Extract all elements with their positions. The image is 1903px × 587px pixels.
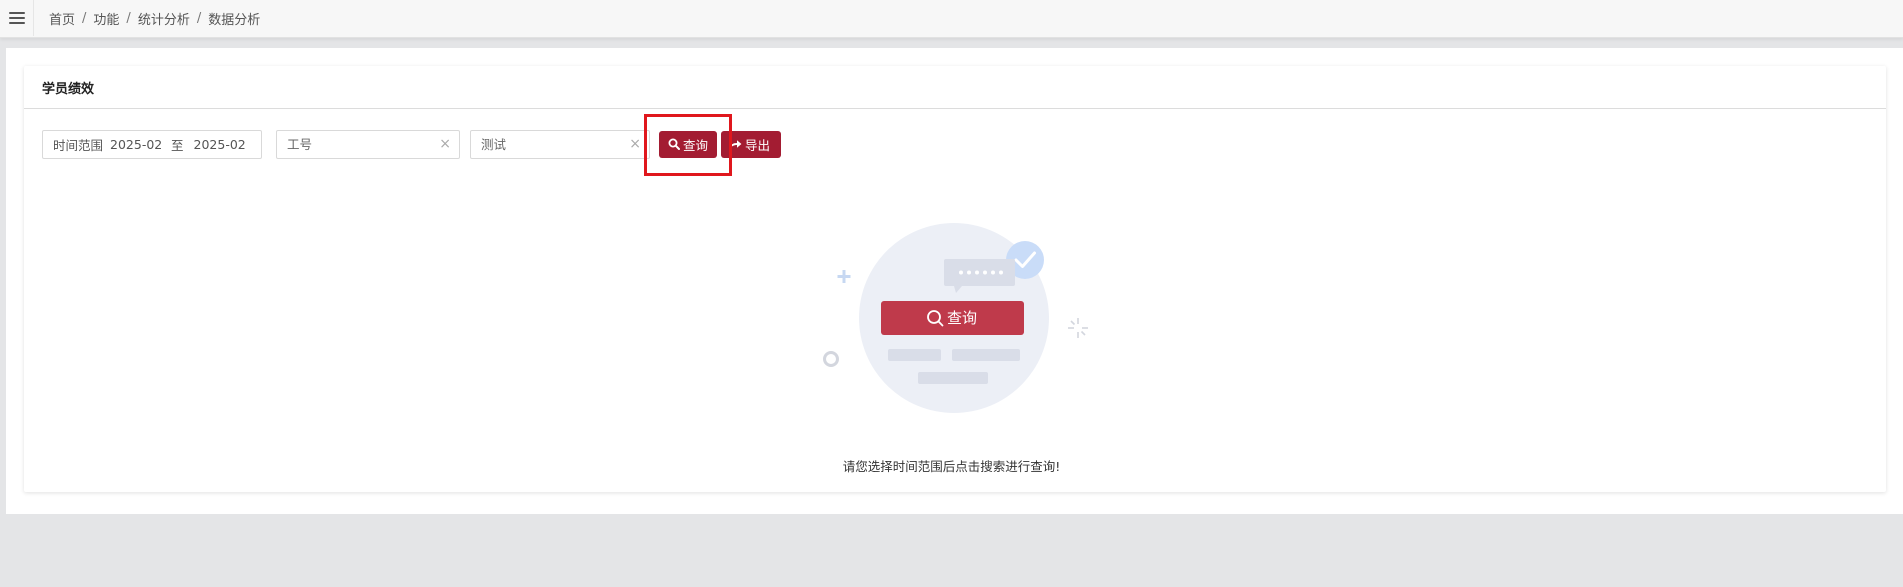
breadcrumb-statistics[interactable]: 统计分析 (138, 9, 190, 28)
hamburger-icon (8, 12, 25, 25)
name-field[interactable]: × (470, 129, 650, 159)
menu-toggle-button[interactable] (0, 0, 34, 36)
date-range-picker[interactable]: 时间范围 2025-02 至 2025-02 (42, 129, 262, 159)
breadcrumb-separator: / (126, 10, 131, 26)
query-button-label: 查询 (683, 137, 709, 153)
date-range-label: 时间范围 (53, 137, 104, 153)
sparkle-icon (1068, 318, 1088, 338)
empty-state-message: 请您选择时间范围后点击搜索进行查询! (842, 459, 1061, 474)
date-range-end[interactable]: 2025-02 (194, 137, 246, 152)
search-icon (668, 138, 680, 150)
breadcrumb-features[interactable]: 功能 (93, 9, 119, 28)
top-bar: 首页 / 功能 / 统计分析 / 数据分析 (0, 0, 1903, 38)
date-range-separator: 至 (171, 137, 184, 153)
breadcrumb-separator: / (196, 10, 202, 26)
breadcrumb-home[interactable]: 首页 (49, 9, 75, 28)
export-button[interactable]: 导出 (721, 130, 782, 158)
employee-id-field[interactable]: × (276, 129, 460, 159)
clear-icon[interactable]: × (439, 137, 451, 151)
name-input[interactable] (481, 136, 621, 152)
plus-icon (837, 270, 851, 283)
export-button-label: 导出 (745, 137, 771, 153)
clear-icon[interactable]: × (629, 137, 641, 151)
empty-state-illustration: 查询 (823, 223, 1088, 413)
breadcrumb-separator: / (82, 10, 87, 26)
query-button[interactable]: 查询 (659, 130, 718, 158)
breadcrumb-current: 数据分析 (208, 12, 261, 28)
filter-toolbar: 时间范围 2025-02 至 2025-02 × × 查询 (42, 129, 782, 159)
card-title: 学员绩效 (24, 66, 1886, 109)
ring-icon (823, 351, 839, 367)
employee-id-input[interactable] (287, 136, 427, 152)
date-range-start[interactable]: 2025-02 (110, 137, 165, 152)
breadcrumb: 首页 / 功能 / 统计分析 / 数据分析 (49, 0, 260, 36)
illustration-query-label: 查询 (947, 309, 977, 327)
share-icon (730, 139, 742, 149)
